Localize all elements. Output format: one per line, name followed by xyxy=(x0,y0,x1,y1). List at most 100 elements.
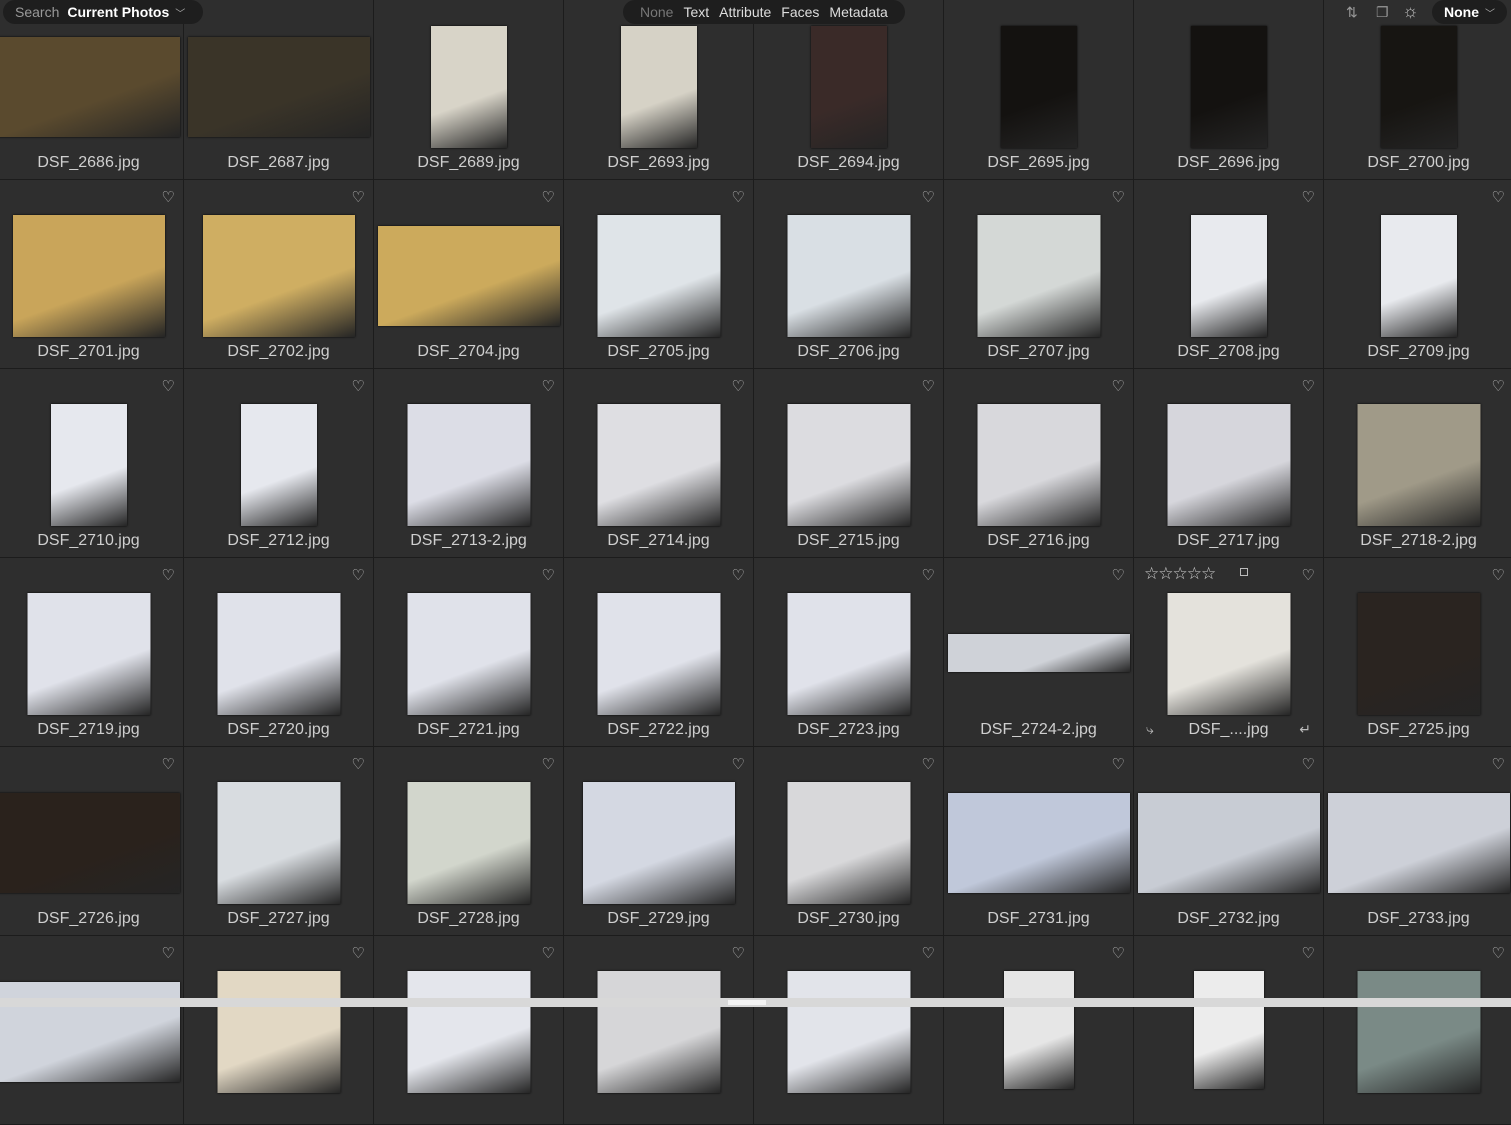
photo-cell[interactable]: ♡ xyxy=(754,936,944,1125)
heart-icon[interactable]: ♡ xyxy=(1302,944,1315,962)
photo-cell[interactable]: DSF_2715.jpg ♡ xyxy=(754,369,944,558)
photo-cell[interactable]: DSF_2724-2.jpg ♡ xyxy=(944,558,1134,747)
heart-icon[interactable]: ♡ xyxy=(542,755,555,773)
rotate-left-icon[interactable]: ⤷ xyxy=(1146,721,1154,738)
photo-thumbnail[interactable] xyxy=(787,215,910,337)
photo-thumbnail[interactable] xyxy=(787,971,910,1093)
photo-cell[interactable]: DSF_2705.jpg ♡ xyxy=(564,180,754,369)
filter-attribute[interactable]: Attribute xyxy=(719,4,771,20)
photo-cell[interactable]: DSF_2694.jpg xyxy=(754,0,944,180)
photo-thumbnail[interactable] xyxy=(407,404,530,526)
photo-cell[interactable]: DSF_2728.jpg ♡ xyxy=(374,747,564,936)
heart-icon[interactable]: ♡ xyxy=(732,944,745,962)
heart-icon[interactable]: ♡ xyxy=(1112,188,1125,206)
photo-cell[interactable]: DSF_2731.jpg ♡ xyxy=(944,747,1134,936)
photo-thumbnail[interactable] xyxy=(1357,404,1480,526)
heart-icon[interactable]: ♡ xyxy=(1302,755,1315,773)
horizontal-scrollbar[interactable] xyxy=(0,998,1511,1007)
photo-cell[interactable]: DSF_2700.jpg xyxy=(1324,0,1511,180)
heart-icon[interactable]: ♡ xyxy=(1492,944,1505,962)
photo-cell[interactable]: DSF_2696.jpg xyxy=(1134,0,1324,180)
photo-thumbnail[interactable] xyxy=(787,593,910,715)
heart-icon[interactable]: ♡ xyxy=(352,566,365,584)
photo-thumbnail[interactable] xyxy=(430,26,507,148)
photo-thumbnail[interactable] xyxy=(1000,26,1077,148)
photo-cell[interactable]: DSF_2713-2.jpg ♡ xyxy=(374,369,564,558)
sort-icon[interactable]: ⇅ xyxy=(1346,4,1358,21)
photo-thumbnail[interactable] xyxy=(1357,593,1480,715)
photo-thumbnail[interactable] xyxy=(1380,215,1457,337)
photo-thumbnail[interactable] xyxy=(810,26,887,148)
photo-cell[interactable]: DSF_2733.jpg ♡ xyxy=(1324,747,1511,936)
photo-thumbnail[interactable] xyxy=(1380,26,1457,148)
photo-thumbnail[interactable] xyxy=(240,404,317,526)
photo-cell[interactable]: DSF_2687.jpg xyxy=(184,0,374,180)
heart-icon[interactable]: ♡ xyxy=(542,188,555,206)
photo-cell[interactable]: DSF_2721.jpg ♡ xyxy=(374,558,564,747)
heart-icon[interactable]: ♡ xyxy=(352,377,365,395)
filter-faces[interactable]: Faces xyxy=(781,4,819,20)
star-rating[interactable]: ☆☆☆☆☆ xyxy=(1144,564,1216,584)
photo-thumbnail[interactable] xyxy=(1003,971,1074,1089)
photo-cell[interactable]: DSF_2707.jpg ♡ xyxy=(944,180,1134,369)
heart-icon[interactable]: ♡ xyxy=(732,566,745,584)
photo-cell[interactable]: DSF_2708.jpg ♡ xyxy=(1134,180,1324,369)
photo-thumbnail[interactable] xyxy=(0,793,180,893)
heart-icon[interactable]: ♡ xyxy=(542,377,555,395)
photo-thumbnail[interactable] xyxy=(597,215,720,337)
photo-cell[interactable]: DSF_2722.jpg ♡ xyxy=(564,558,754,747)
photo-thumbnail[interactable] xyxy=(947,634,1130,672)
photo-cell[interactable]: DSF_2720.jpg ♡ xyxy=(184,558,374,747)
photo-thumbnail[interactable] xyxy=(947,793,1130,893)
photo-thumbnail[interactable] xyxy=(1327,793,1510,893)
photo-thumbnail[interactable] xyxy=(187,37,370,137)
heart-icon[interactable]: ♡ xyxy=(922,566,935,584)
photo-thumbnail[interactable] xyxy=(0,982,180,1082)
photo-thumbnail[interactable] xyxy=(1357,971,1480,1093)
heart-icon[interactable]: ♡ xyxy=(732,188,745,206)
photo-cell[interactable]: DSF_2726.jpg ♡ xyxy=(0,747,184,936)
scrollbar-thumb[interactable] xyxy=(728,1000,766,1005)
photo-cell[interactable]: DSF_2723.jpg ♡ xyxy=(754,558,944,747)
filter-preset-dropdown[interactable]: None ﹀ xyxy=(1432,0,1507,24)
photo-thumbnail[interactable] xyxy=(407,782,530,904)
photo-thumbnail[interactable] xyxy=(1137,793,1320,893)
heart-icon[interactable]: ♡ xyxy=(162,377,175,395)
photo-thumbnail[interactable] xyxy=(50,404,127,526)
heart-icon[interactable]: ♡ xyxy=(542,566,555,584)
photo-thumbnail[interactable] xyxy=(977,404,1100,526)
photo-thumbnail[interactable] xyxy=(217,971,340,1093)
photo-cell[interactable]: DSF_2693.jpg xyxy=(564,0,754,180)
rotate-right-icon[interactable]: ↵ xyxy=(1299,721,1311,738)
photo-thumbnail[interactable] xyxy=(597,971,720,1093)
stack-icon[interactable]: ❐ xyxy=(1376,4,1389,21)
photo-cell[interactable]: DSF_2727.jpg ♡ xyxy=(184,747,374,936)
photo-cell[interactable]: ♡ xyxy=(1134,936,1324,1125)
heart-icon[interactable]: ♡ xyxy=(352,188,365,206)
photo-cell[interactable]: DSF_2689.jpg xyxy=(374,0,564,180)
search-scope-button[interactable]: Search Current Photos ﹀ xyxy=(3,0,204,24)
photo-thumbnail[interactable] xyxy=(620,26,697,148)
photo-cell[interactable]: DSF_2717.jpg ♡ xyxy=(1134,369,1324,558)
photo-cell[interactable]: DSF_2704.jpg ♡ xyxy=(374,180,564,369)
photo-thumbnail[interactable] xyxy=(27,593,150,715)
heart-icon[interactable]: ♡ xyxy=(162,944,175,962)
photo-cell[interactable]: DSF_2719.jpg ♡ xyxy=(0,558,184,747)
heart-icon[interactable]: ♡ xyxy=(1302,566,1315,584)
heart-icon[interactable]: ♡ xyxy=(922,755,935,773)
photo-cell[interactable]: DSF_2716.jpg ♡ xyxy=(944,369,1134,558)
photo-cell[interactable]: DSF_2702.jpg ♡ xyxy=(184,180,374,369)
filter-none[interactable]: None xyxy=(640,4,673,20)
photo-cell[interactable]: DSF_....jpg ♡ ☆☆☆☆☆ ⤷ ↵ xyxy=(1134,558,1324,747)
photo-cell[interactable]: DSF_2730.jpg ♡ xyxy=(754,747,944,936)
photo-cell[interactable]: ♡ xyxy=(1324,936,1511,1125)
photo-cell[interactable]: DSF_2695.jpg xyxy=(944,0,1134,180)
photo-thumbnail[interactable] xyxy=(217,782,340,904)
heart-icon[interactable]: ♡ xyxy=(1492,755,1505,773)
photo-cell[interactable]: DSF_2732.jpg ♡ xyxy=(1134,747,1324,936)
photo-thumbnail[interactable] xyxy=(787,404,910,526)
heart-icon[interactable]: ♡ xyxy=(1112,755,1125,773)
heart-icon[interactable]: ♡ xyxy=(352,755,365,773)
photo-thumbnail[interactable] xyxy=(787,782,910,904)
photo-thumbnail[interactable] xyxy=(1167,593,1290,715)
